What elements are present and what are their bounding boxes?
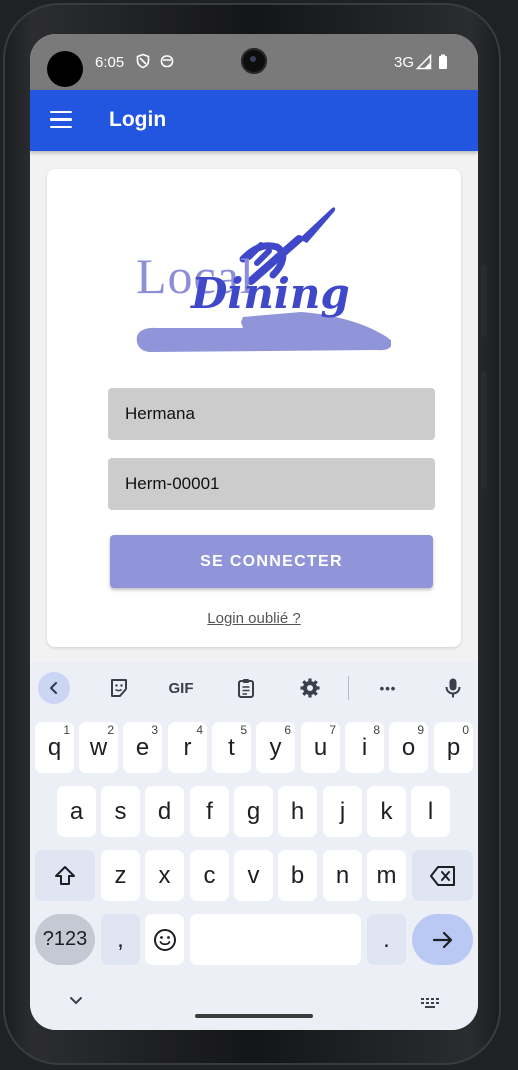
comma-key[interactable]: , — [101, 914, 140, 965]
screen: 6:05 3G Login Local Dining Hermana Herm-… — [30, 34, 478, 1030]
emoji-icon — [153, 928, 176, 951]
key-p[interactable]: p0 — [434, 722, 473, 773]
microphone-icon[interactable] — [437, 672, 469, 704]
soft-keyboard: GIF ••• q1 w2 e3 r4 t5 y6 u7 i8 o 9 p 0 … — [30, 662, 478, 1030]
key-w[interactable]: w2 — [79, 722, 118, 773]
gif-button[interactable]: GIF — [165, 672, 197, 704]
key-z[interactable]: z — [101, 850, 140, 901]
key-n[interactable]: n — [323, 850, 362, 901]
phone-frame: 6:05 3G Login Local Dining Hermana Herm-… — [3, 3, 501, 1065]
emoji-key[interactable] — [145, 914, 184, 965]
key-d[interactable]: d — [145, 786, 184, 837]
status-bar: 6:05 3G — [30, 34, 478, 90]
key-c[interactable]: c — [190, 850, 229, 901]
network-type: 3G — [394, 54, 415, 71]
key-g[interactable]: g — [234, 786, 273, 837]
backspace-key[interactable] — [412, 850, 473, 901]
shift-key[interactable] — [35, 850, 95, 901]
clipboard-icon[interactable] — [230, 672, 262, 704]
front-camera — [241, 48, 267, 74]
key-o[interactable]: o9 — [389, 722, 428, 773]
key-k[interactable]: k — [367, 786, 406, 837]
toolbar-divider — [348, 676, 349, 700]
key-t[interactable]: t5 — [212, 722, 251, 773]
shift-icon — [55, 865, 75, 885]
key-q[interactable]: q1 — [35, 722, 74, 773]
shield-icon — [136, 53, 150, 69]
page-title: Login — [109, 108, 167, 131]
forgot-login-link[interactable]: Login oublié ? — [47, 610, 461, 627]
key-y[interactable]: y6 — [256, 722, 295, 773]
space-key[interactable] — [190, 914, 361, 965]
gear-icon[interactable] — [294, 672, 326, 704]
key-s[interactable]: s — [101, 786, 140, 837]
back-chevron-icon[interactable] — [38, 672, 70, 704]
hide-keyboard-chevron-icon[interactable] — [68, 994, 84, 1012]
key-r[interactable]: r4 — [168, 722, 207, 773]
keyboard-toolbar: GIF ••• — [30, 662, 478, 712]
sticker-icon[interactable] — [103, 672, 135, 704]
enter-key[interactable] — [412, 914, 473, 965]
key-i[interactable]: i8 — [345, 722, 384, 773]
status-time: 6:05 — [95, 54, 125, 71]
local-dining-logo: Local Dining — [131, 187, 391, 362]
login-card: Local Dining SE CONNECTER Login oublié ? — [47, 169, 461, 647]
camera-cutout — [47, 51, 83, 87]
username-input[interactable] — [108, 388, 435, 440]
volume-button — [481, 265, 487, 337]
key-f[interactable]: f — [190, 786, 229, 837]
period-key[interactable]: . — [367, 914, 406, 965]
key-a[interactable]: a — [57, 786, 96, 837]
key-x[interactable]: x — [145, 850, 184, 901]
key-m[interactable]: m — [367, 850, 406, 901]
keyboard-switch-icon[interactable] — [420, 996, 442, 1014]
arrow-right-icon — [432, 931, 452, 948]
logo-text-dining: Dining — [191, 269, 350, 318]
key-e[interactable]: e3 — [123, 722, 162, 773]
key-u[interactable]: u7 — [301, 722, 340, 773]
key-l[interactable]: l — [411, 786, 450, 837]
key-b[interactable]: b — [278, 850, 317, 901]
battery-icon — [439, 54, 447, 69]
key-j[interactable]: j — [323, 786, 362, 837]
signal-icon — [416, 54, 432, 70]
menu-icon[interactable] — [50, 111, 72, 129]
key-v[interactable]: v — [234, 850, 273, 901]
app-bar: Login — [30, 90, 478, 151]
gesture-nav-bar[interactable] — [195, 1014, 313, 1018]
username-field[interactable] — [108, 388, 435, 440]
power-button — [481, 371, 487, 489]
key-h[interactable]: h — [278, 786, 317, 837]
face-icon — [160, 55, 174, 68]
more-options-icon[interactable]: ••• — [372, 672, 404, 704]
symbols-key[interactable]: ?123 — [35, 914, 95, 965]
password-input[interactable] — [108, 458, 435, 510]
password-field[interactable] — [108, 458, 435, 510]
login-button[interactable]: SE CONNECTER — [110, 535, 433, 588]
backspace-icon — [429, 865, 455, 886]
